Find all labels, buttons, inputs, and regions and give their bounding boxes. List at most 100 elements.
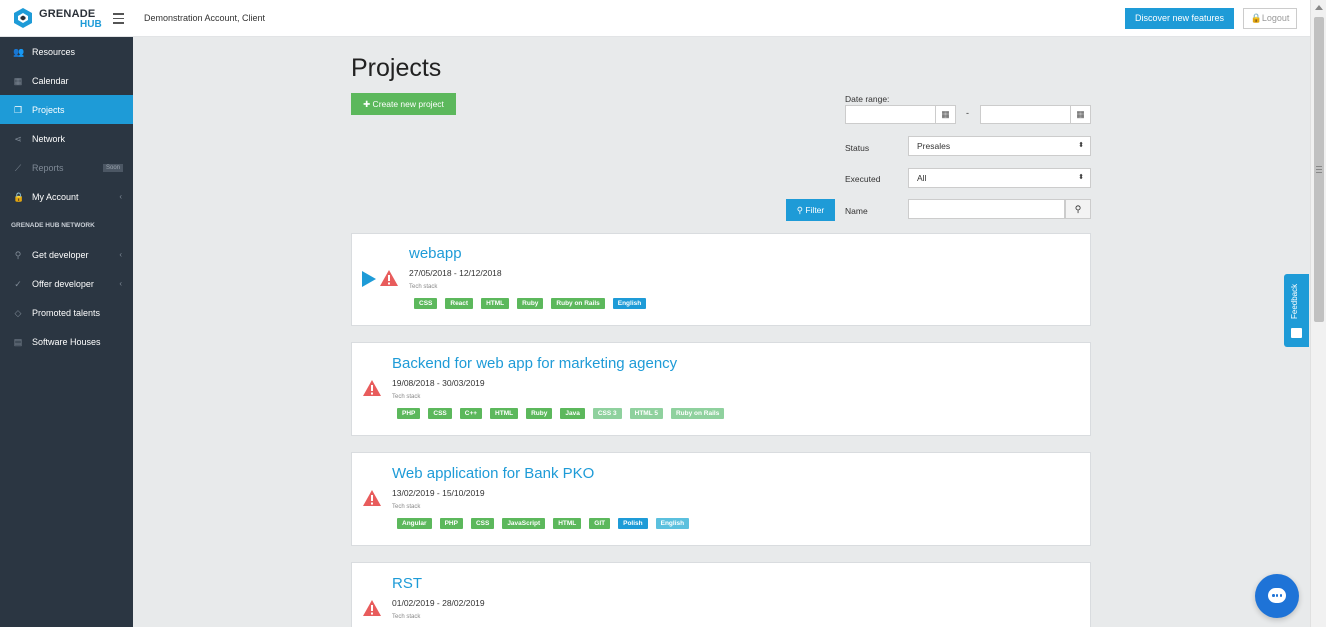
tech-stack-label: Tech stack [392, 614, 421, 620]
project-card[interactable]: Backend for web app for marketing agency… [351, 342, 1091, 436]
tech-tag: Ruby [517, 298, 544, 309]
sidebar-item-label: Get developer [32, 249, 89, 260]
warning-icon [380, 270, 398, 286]
tech-tag: Ruby on Rails [670, 408, 725, 419]
sidebar-item-offer-developer[interactable]: ✓ Offer developer ‹ [0, 269, 133, 298]
feedback-tab[interactable]: Feedback [1284, 274, 1309, 347]
sidebar-item-label: Resources [32, 46, 76, 57]
tech-tags: Angular PHP CSS JavaScript HTML GIT Poli… [397, 518, 697, 529]
project-title[interactable]: RST [392, 575, 422, 592]
search-icon: ⚲ [14, 249, 22, 260]
sidebar-item-get-developer[interactable]: ⚲ Get developer ‹ [0, 240, 133, 269]
sidebar-item-label: Network [32, 133, 66, 144]
sidebar-item-label: Calendar [32, 75, 69, 86]
name-search-input[interactable] [908, 199, 1065, 219]
project-dates: 01/02/2019 - 28/02/2019 [392, 598, 485, 608]
filter-button[interactable]: ⚲ Filter [786, 199, 835, 221]
grenade-logo-icon [14, 8, 32, 28]
status-select[interactable]: Presales ⬍ [908, 136, 1091, 156]
tech-tag: GIT [589, 518, 611, 529]
create-project-button[interactable]: ✚ Create new project [351, 93, 456, 115]
logout-button[interactable]: 🔒Logout [1243, 8, 1297, 29]
sidebar-item-projects[interactable]: ❐ Projects [0, 95, 133, 124]
building-icon: ▤ [13, 336, 23, 347]
search-icon: ⚲ [1074, 204, 1082, 214]
sidebar-item-label: Promoted talents [32, 307, 101, 318]
lock-icon: 🔒 [1250, 13, 1262, 23]
language-tag: Polish [618, 518, 648, 529]
feedback-label: Feedback [1290, 283, 1299, 319]
project-title[interactable]: webapp [409, 245, 462, 262]
play-icon[interactable] [362, 271, 376, 287]
lock-icon: 🔒 [13, 191, 25, 202]
account-name: Demonstration Account, Client [144, 13, 266, 23]
sidebar-item-reports[interactable]: ⟋ Reports Soon [0, 153, 133, 182]
language-tag: English [612, 298, 647, 309]
tech-tag: HTML 5 [629, 408, 663, 419]
sidebar-section-header: GRENADE HUB NETWORK [11, 222, 95, 229]
calendar-icon[interactable]: ▦ [935, 106, 955, 123]
sidebar-item-promoted-talents[interactable]: ◇ Promoted talents [0, 298, 133, 327]
executed-label: Executed [845, 174, 881, 184]
tech-tag: CSS [470, 518, 495, 529]
sidebar-item-network[interactable]: ⋖ Network [0, 124, 133, 153]
page-title: Projects [351, 54, 442, 82]
tech-tag: CSS [414, 298, 438, 309]
users-icon: 👥 [13, 46, 25, 57]
filter-label: Filter [805, 205, 825, 215]
check-circle-icon: ✓ [14, 278, 22, 289]
project-title[interactable]: Web application for Bank PKO [392, 465, 594, 482]
sidebar-item-calendar[interactable]: ▦ Calendar [0, 66, 133, 95]
logo[interactable]: GRENADE HUB [12, 6, 102, 32]
project-title[interactable]: Backend for web app for marketing agency [392, 355, 677, 372]
chat-button[interactable] [1255, 574, 1299, 618]
warning-icon [363, 600, 381, 616]
date-from-field[interactable]: ▦ [845, 105, 956, 124]
filters-panel: Date range: ▦ - ▦ Status Presales ⬍ Exec… [786, 92, 1092, 222]
tech-tags: PHP CSS C++ HTML Ruby Java CSS 3 HTML 5 … [397, 408, 732, 419]
project-dates: 27/05/2018 - 12/12/2018 [409, 268, 502, 278]
grip-icon [1316, 166, 1322, 173]
date-range-label: Date range: [845, 94, 890, 104]
brand-suffix: HUB [80, 19, 102, 30]
page-scrollbar[interactable] [1310, 0, 1326, 627]
project-card[interactable]: RST 01/02/2019 - 28/02/2019 Tech stack [351, 562, 1091, 627]
project-card[interactable]: Web application for Bank PKO 13/02/2019 … [351, 452, 1091, 546]
top-bar: GRENADE HUB Demonstration Account, Clien… [0, 0, 1310, 37]
share-icon: ⋖ [14, 133, 22, 144]
tech-stack-label: Tech stack [392, 394, 421, 400]
feedback-icon [1291, 328, 1302, 338]
project-dates: 19/08/2018 - 30/03/2019 [392, 378, 485, 388]
select-caret-icon: ⬍ [1078, 174, 1084, 181]
scroll-up-icon[interactable] [1315, 5, 1323, 10]
calendar-icon[interactable]: ▦ [1070, 106, 1090, 123]
warning-icon [363, 490, 381, 506]
menu-toggle-icon[interactable] [113, 13, 124, 24]
project-card[interactable]: webapp 27/05/2018 - 12/12/2018 Tech stac… [351, 233, 1091, 326]
tech-tag: HTML [553, 518, 582, 529]
sidebar-item-my-account[interactable]: 🔒 My Account ‹ [0, 182, 133, 211]
tech-tag: CSS 3 [592, 408, 622, 419]
name-label: Name [845, 206, 868, 216]
tech-tag: Java [560, 408, 585, 419]
diamond-icon: ◇ [14, 307, 22, 318]
executed-select[interactable]: All ⬍ [908, 168, 1091, 188]
date-to-field[interactable]: ▦ [980, 105, 1091, 124]
name-search-button[interactable]: ⚲ [1065, 199, 1091, 219]
discover-features-button[interactable]: Discover new features [1125, 8, 1234, 29]
soon-badge: Soon [102, 163, 123, 172]
tech-stack-label: Tech stack [392, 504, 421, 510]
date-range-dash: - [966, 108, 969, 118]
tech-tag: PHP [439, 518, 463, 529]
sidebar-item-label: Projects [32, 104, 65, 115]
sidebar-item-software-houses[interactable]: ▤ Software Houses [0, 327, 133, 356]
sidebar-item-resources[interactable]: 👥 Resources [0, 37, 133, 66]
tech-stack-label: Tech stack [409, 284, 438, 290]
tech-tag: React [445, 298, 474, 309]
tech-tag: CSS [428, 408, 452, 419]
logout-label: Logout [1261, 13, 1290, 23]
tech-tag: PHP [397, 408, 421, 419]
chart-icon: ⟋ [14, 162, 22, 173]
tech-tag: Ruby [526, 408, 553, 419]
tech-tag: JavaScript [502, 518, 546, 529]
